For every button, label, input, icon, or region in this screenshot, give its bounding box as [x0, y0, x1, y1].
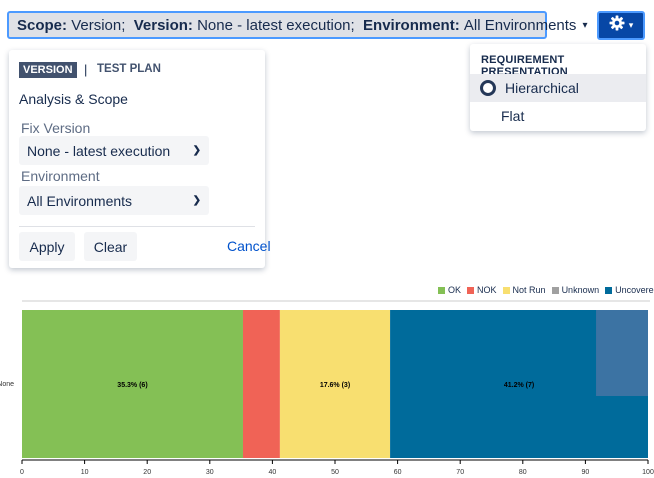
legend-label: Not Run	[512, 285, 546, 295]
x-axis-tick-label: 30	[206, 469, 214, 476]
menu-item-flat[interactable]: Flat	[470, 102, 646, 130]
environment-label: Environment	[21, 168, 100, 184]
section-title: Analysis & Scope	[19, 91, 128, 107]
tab-version[interactable]: VERSION	[19, 62, 77, 78]
gear-icon	[609, 15, 625, 36]
scope-key: Scope:	[17, 16, 68, 34]
cancel-link[interactable]: Cancel	[227, 238, 271, 254]
bar-data-label: 35.3% (6)	[117, 382, 147, 389]
environment-key: Environment:	[363, 16, 460, 34]
x-axis-tick-label: 10	[81, 469, 89, 476]
legend-swatch	[467, 286, 475, 294]
version-key: Version:	[133, 16, 193, 34]
x-axis-tick-label: 0	[20, 469, 24, 476]
tab-test-plan[interactable]: TEST PLAN	[97, 63, 161, 75]
apply-button[interactable]: Apply	[19, 232, 75, 261]
fix-version-value: None - latest execution	[27, 142, 171, 159]
radio-selected-icon	[480, 80, 496, 96]
chevron-down-icon: ▾	[582, 19, 588, 31]
category-label: None	[0, 381, 14, 388]
legend-swatch	[605, 286, 613, 294]
legend-label: Uncovered	[615, 285, 654, 295]
environment-value: All Environments	[27, 192, 133, 209]
scope-value: Version;	[71, 16, 126, 34]
legend-item-nok[interactable]: NOK	[467, 285, 497, 295]
settings-button[interactable]: ▾	[597, 11, 645, 40]
x-axis-tick-label: 40	[269, 469, 277, 476]
requirement-presentation-menu: REQUIREMENT PRESENTATION Hierarchical Fl…	[470, 44, 646, 131]
clear-button[interactable]: Clear	[84, 232, 137, 261]
version-value: None - latest execution;	[197, 16, 355, 34]
x-axis-tick-label: 70	[456, 469, 464, 476]
menu-item-label: Flat	[501, 108, 525, 124]
legend-swatch	[551, 286, 559, 294]
chart-legend: OK NOK Not Run Unknown Uncovered	[438, 285, 654, 295]
x-axis-tick-label: 100	[642, 469, 654, 476]
x-axis-tick-label: 50	[331, 469, 339, 476]
coverage-bar-chart: 35.3% (6) 17.6% (3) 41.2% (7) None 0 10 20 30 40…	[0, 300, 654, 476]
bar-data-label: 41.2% (7)	[504, 382, 534, 389]
x-axis-tick-label: 60	[394, 469, 402, 476]
chevron-down-icon: ❯	[192, 145, 201, 156]
legend-label: OK	[448, 285, 462, 295]
chevron-down-icon: ❯	[192, 195, 201, 206]
scope-selector[interactable]: Scope: Version; Version: None - latest e…	[7, 11, 587, 39]
legend-swatch	[438, 286, 445, 294]
scope-popup: VERSION | TEST PLAN Analysis & Scope Fix…	[9, 50, 271, 268]
legend-item-not-run[interactable]: Not Run	[502, 285, 546, 295]
legend-item-uncovered[interactable]: Uncovered	[605, 285, 654, 295]
environment-value: All Environments	[463, 16, 577, 34]
tab-separator: |	[84, 62, 88, 77]
legend-label: Unknown	[561, 285, 600, 295]
x-axis-tick-label: 20	[143, 469, 151, 476]
divider	[19, 226, 255, 227]
menu-item-label: Hierarchical	[505, 80, 579, 96]
legend-label: NOK	[477, 285, 497, 295]
bar-data-label: 17.6% (3)	[320, 382, 350, 389]
legend-item-unknown[interactable]: Unknown	[551, 285, 600, 295]
menu-item-hierarchical[interactable]: Hierarchical	[470, 74, 646, 102]
legend-item-ok[interactable]: OK	[438, 285, 461, 295]
x-axis-tick-label: 90	[582, 469, 590, 476]
environment-select[interactable]: All Environments ❯	[19, 186, 209, 215]
chevron-down-icon: ▾	[628, 20, 634, 30]
fix-version-label: Fix Version	[21, 120, 91, 136]
legend-swatch	[502, 286, 510, 294]
x-axis-tick-label: 80	[519, 469, 527, 476]
bar-segment-highlight	[596, 310, 648, 396]
bar-segment[interactable]	[242, 310, 280, 458]
fix-version-select[interactable]: None - latest execution ❯	[19, 136, 209, 165]
